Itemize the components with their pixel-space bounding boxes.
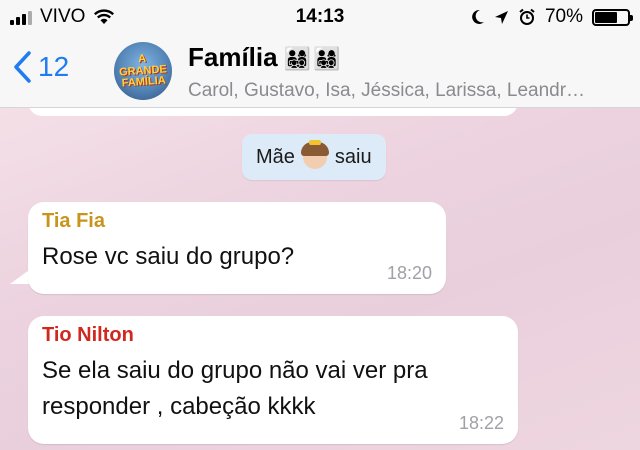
status-right: 70% [471, 6, 633, 28]
system-message-action: saiu [334, 145, 372, 168]
group-avatar[interactable]: A GRANDE FAMÍLIA [114, 42, 172, 100]
location-icon [494, 10, 508, 24]
battery-level [595, 11, 618, 23]
family-emoji-icon: 👨‍👩‍👧‍👦👨‍👩‍👧‍👦 [283, 46, 343, 71]
status-bar: VIVO 14:13 70% [0, 0, 640, 34]
message-sender: Tio Nilton [42, 324, 134, 346]
chat-header: 12 A GRANDE FAMÍLIA Família 👨‍👩‍👧‍👦👨‍👩‍👧‍… [0, 34, 640, 108]
message-sender: Tia Fia [42, 210, 105, 232]
message-time: 18:22 [458, 413, 504, 433]
message-text-line: responder , cabeção kkkk [42, 393, 316, 420]
chevron-left-icon [14, 51, 31, 83]
group-title[interactable]: Família 👨‍👩‍👧‍👦👨‍👩‍👧‍👦 [188, 42, 342, 73]
system-message: Mãe saiu [242, 134, 386, 180]
message-text: Se ela saiu do grupo não vai ver pra res… [42, 353, 504, 425]
avatar-logo-text: A GRANDE FAMÍLIA [118, 52, 168, 90]
battery-percent: 70% [544, 6, 583, 27]
message-bubble[interactable]: Tia Fia Rose vc saiu do grupo? 18:20 [28, 202, 446, 294]
unread-count: 12 [38, 51, 70, 82]
system-message-name: Mãe [256, 145, 295, 168]
princess-emoji-icon [300, 140, 329, 169]
group-members[interactable]: Carol, Gustavo, Isa, Jéssica, Larissa, L… [188, 80, 628, 102]
battery-icon [592, 8, 633, 26]
message-bubble[interactable]: Tio Nilton Se ela saiu do grupo não vai … [28, 316, 518, 444]
alarm-icon [519, 8, 535, 25]
moon-icon [472, 9, 484, 24]
chat-area[interactable]: Mãe saiu Tia Fia Rose vc saiu do grupo? … [0, 108, 640, 450]
back-button[interactable]: 12 [12, 50, 69, 84]
group-name: Família [188, 42, 278, 72]
message-text: Rose vc saiu do grupo? [42, 243, 295, 270]
previous-message-bubble [28, 108, 518, 116]
message-text-line: Se ela saiu do grupo não vai ver pra [42, 357, 428, 384]
message-time: 18:20 [386, 263, 432, 283]
